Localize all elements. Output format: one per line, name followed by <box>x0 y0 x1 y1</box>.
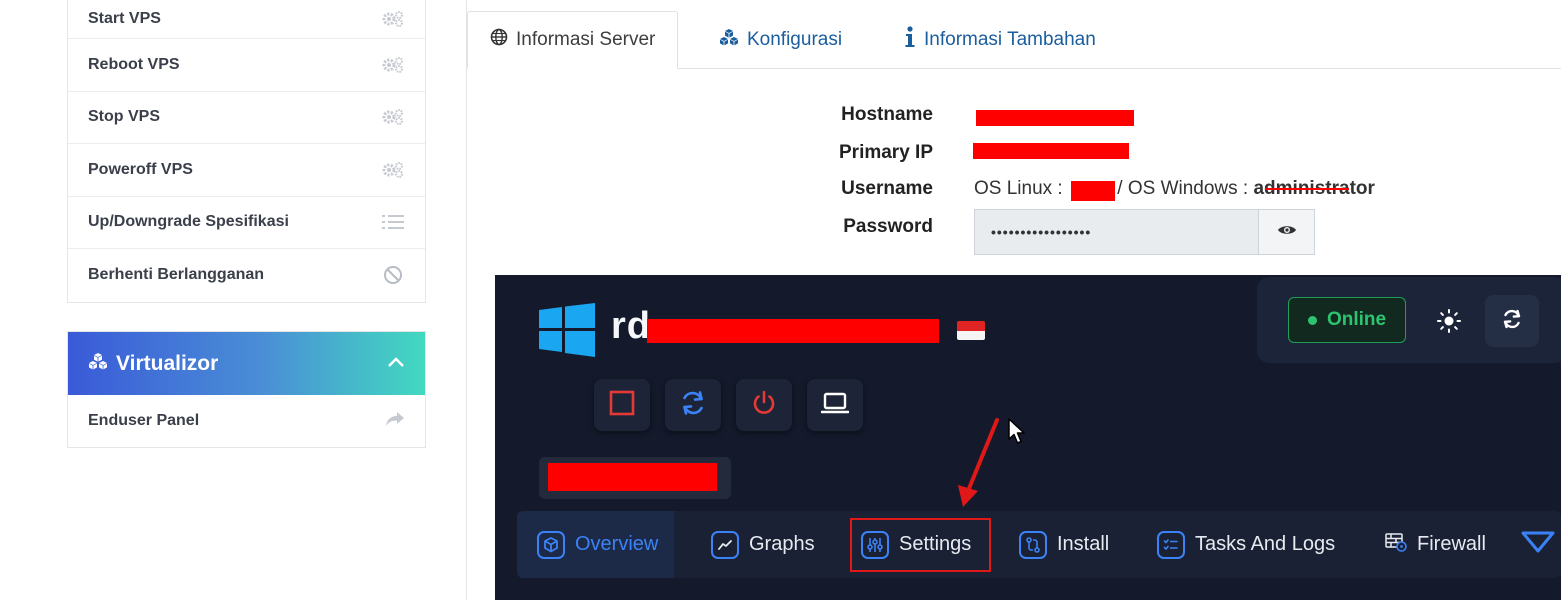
gears-icon <box>381 160 405 180</box>
nav-overview[interactable]: Overview <box>517 511 675 578</box>
globe-icon <box>490 28 508 52</box>
primary-ip-redaction <box>973 143 1129 159</box>
virtualizor-title: Virtualizor <box>88 352 218 376</box>
gears-icon <box>381 55 405 75</box>
refresh-icon <box>1501 308 1523 335</box>
share-arrow-icon <box>385 411 405 432</box>
nav-label: Overview <box>575 533 659 555</box>
username-linux-prefix: OS Linux : <box>974 178 1063 199</box>
gears-icon <box>381 107 405 127</box>
username-windows-value: administrator <box>1253 178 1375 199</box>
sidebar-menu: Start VPS Reboot VPS Stop VPS Poweroff V… <box>67 0 426 303</box>
sidebar-item-label: Start VPS <box>88 10 161 27</box>
tab-konfigurasi[interactable]: Konfigurasi <box>719 11 842 69</box>
annotation-arrow-icon <box>958 418 999 507</box>
checklist-icon <box>1157 530 1185 559</box>
nav-firewall[interactable]: Firewall <box>1385 511 1486 578</box>
status-text: Online <box>1326 309 1387 330</box>
sidebar-item-start-vps[interactable]: Start VPS <box>68 0 425 39</box>
sun-icon[interactable] <box>1435 307 1463 335</box>
virtualizor-title-text: Virtualizor <box>116 351 219 375</box>
tab-label: Informasi Tambahan <box>924 29 1096 50</box>
status-dot-icon <box>1307 315 1317 325</box>
laptop-icon <box>820 391 850 420</box>
power-icon <box>750 389 778 422</box>
virtualizor-header[interactable]: Virtualizor <box>68 332 425 395</box>
sidebar-item-reboot-vps[interactable]: Reboot VPS <box>68 39 425 92</box>
chart-line-icon <box>711 530 739 559</box>
sidebar-item-label: Stop VPS <box>88 108 161 126</box>
sidebar-item-stop-vps[interactable]: Stop VPS <box>68 92 425 144</box>
chevron-down-icon <box>1521 530 1555 560</box>
tab-label: Konfigurasi <box>747 29 843 50</box>
tab-informasi-tambahan[interactable]: Informasi Tambahan <box>904 11 1096 69</box>
tab-informasi-server[interactable]: Informasi Server <box>467 11 679 69</box>
sidebar-item-label: Reboot VPS <box>88 55 180 73</box>
nav-graphs[interactable]: Graphs <box>711 511 815 578</box>
git-compare-icon <box>1019 530 1047 559</box>
chevron-up-icon[interactable] <box>387 355 405 373</box>
nav-install[interactable]: Install <box>1019 511 1109 578</box>
gears-icon <box>381 9 405 29</box>
sidebar-item-berhenti-berlangganan[interactable]: Berhenti Berlangganan <box>68 249 425 302</box>
cubes-icon <box>719 28 739 52</box>
power-button[interactable] <box>736 379 792 431</box>
status-toolbar: Online <box>1257 277 1561 363</box>
reboot-button[interactable] <box>665 379 721 431</box>
username-linux-redaction <box>1071 181 1115 201</box>
console-button[interactable] <box>807 379 863 431</box>
sidebar-item-label: Berhenti Berlangganan <box>88 266 265 284</box>
username-label: Username <box>841 178 933 199</box>
list-icon <box>381 212 405 232</box>
refresh-button[interactable] <box>1485 295 1539 347</box>
reboot-icon <box>679 389 707 422</box>
sidebar-item-up-downgrade[interactable]: Up/Downgrade Spesifikasi <box>68 197 425 249</box>
password-label: Password <box>843 216 933 237</box>
tab-label: Informasi Server <box>516 29 656 50</box>
hostname-label: Hostname <box>841 104 933 125</box>
stop-button[interactable] <box>594 379 650 431</box>
sidebar-item-poweroff-vps[interactable]: Poweroff VPS <box>68 144 425 197</box>
mouse-cursor-icon <box>1008 418 1025 444</box>
indonesia-flag-icon <box>957 321 985 340</box>
info-icon <box>904 26 916 54</box>
nav-label: Graphs <box>749 533 815 555</box>
virtualizor-panel: Virtualizor Enduser Panel <box>67 331 426 448</box>
settings-highlight-box <box>850 518 991 572</box>
show-password-button[interactable] <box>1258 210 1314 254</box>
server-label-redaction <box>548 463 717 491</box>
primary-ip-label: Primary IP <box>839 142 933 163</box>
server-name: rd <box>611 305 651 347</box>
username-windows-prefix: / OS Windows : <box>1117 178 1249 199</box>
nav-more-button[interactable] <box>1521 511 1555 578</box>
virtualizor-item-label: Enduser Panel <box>88 412 200 429</box>
nav-label: Firewall <box>1417 533 1486 555</box>
nav-tasks-and-logs[interactable]: Tasks And Logs <box>1157 511 1335 578</box>
stop-square-icon <box>609 390 635 421</box>
password-input[interactable]: ••••••••••••••••• <box>975 210 1258 254</box>
cubes-icon <box>88 352 108 376</box>
content-divider <box>466 0 467 600</box>
firewall-icon <box>1385 532 1407 558</box>
ban-icon <box>381 265 405 285</box>
panel-nav-bar: Overview Graphs Settings Install Tasks A… <box>517 511 1561 578</box>
password-field-group: ••••••••••••••••• <box>974 209 1315 255</box>
info-tabs: Informasi Server Konfigurasi Informasi T… <box>467 11 1561 69</box>
vps-control-panel: Online rd Overview Graphs Settings Insta… <box>495 275 1561 600</box>
hostname-redaction <box>976 110 1134 126</box>
nav-label: Install <box>1057 533 1110 555</box>
cube-icon <box>537 530 565 559</box>
sidebar-item-label: Up/Downgrade Spesifikasi <box>88 213 289 231</box>
nav-label: Tasks And Logs <box>1195 533 1336 555</box>
username-value: OS Linux : / OS Windows : administrator <box>974 178 1375 200</box>
virtualizor-item-enduser-panel[interactable]: Enduser Panel <box>68 395 425 447</box>
sidebar-item-label: Poweroff VPS <box>88 160 193 178</box>
eye-icon <box>1277 223 1297 242</box>
server-name-redaction <box>647 319 939 343</box>
online-status-button[interactable]: Online <box>1288 297 1406 343</box>
windows-logo-icon <box>539 303 595 362</box>
